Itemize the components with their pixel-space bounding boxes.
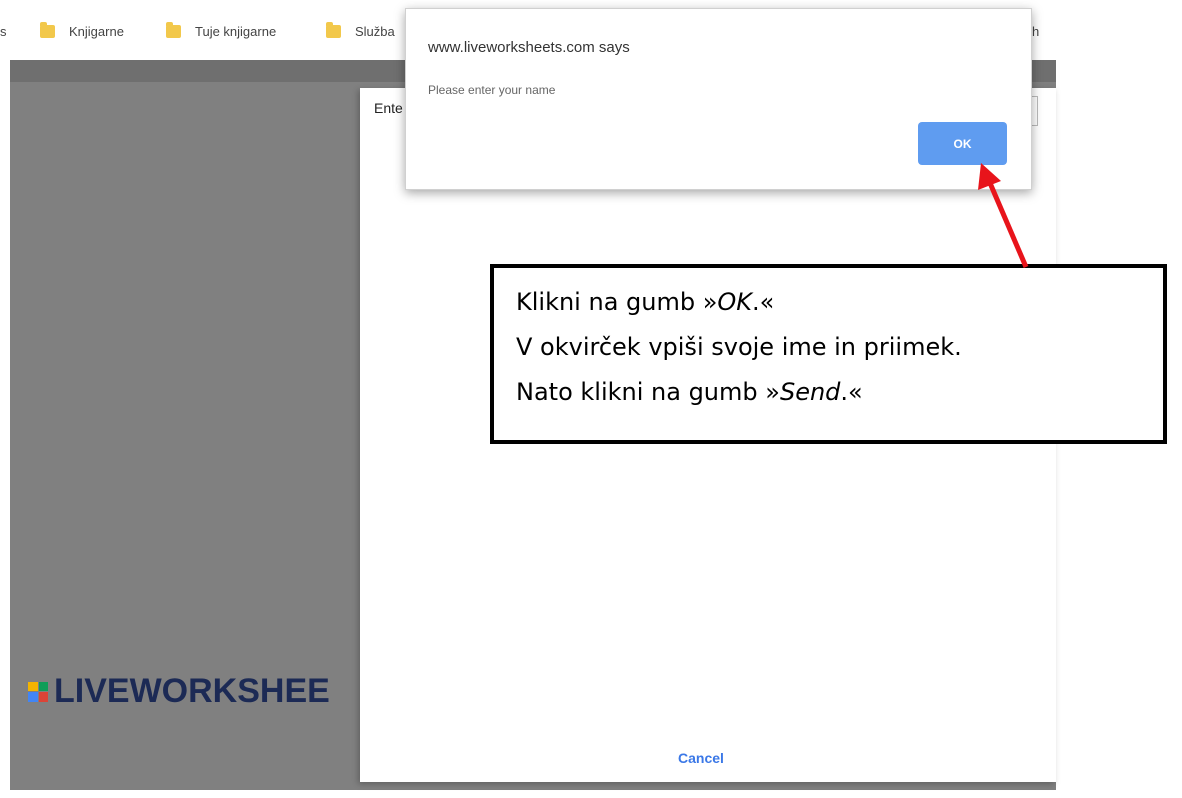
red-arrow-icon (978, 163, 1029, 268)
